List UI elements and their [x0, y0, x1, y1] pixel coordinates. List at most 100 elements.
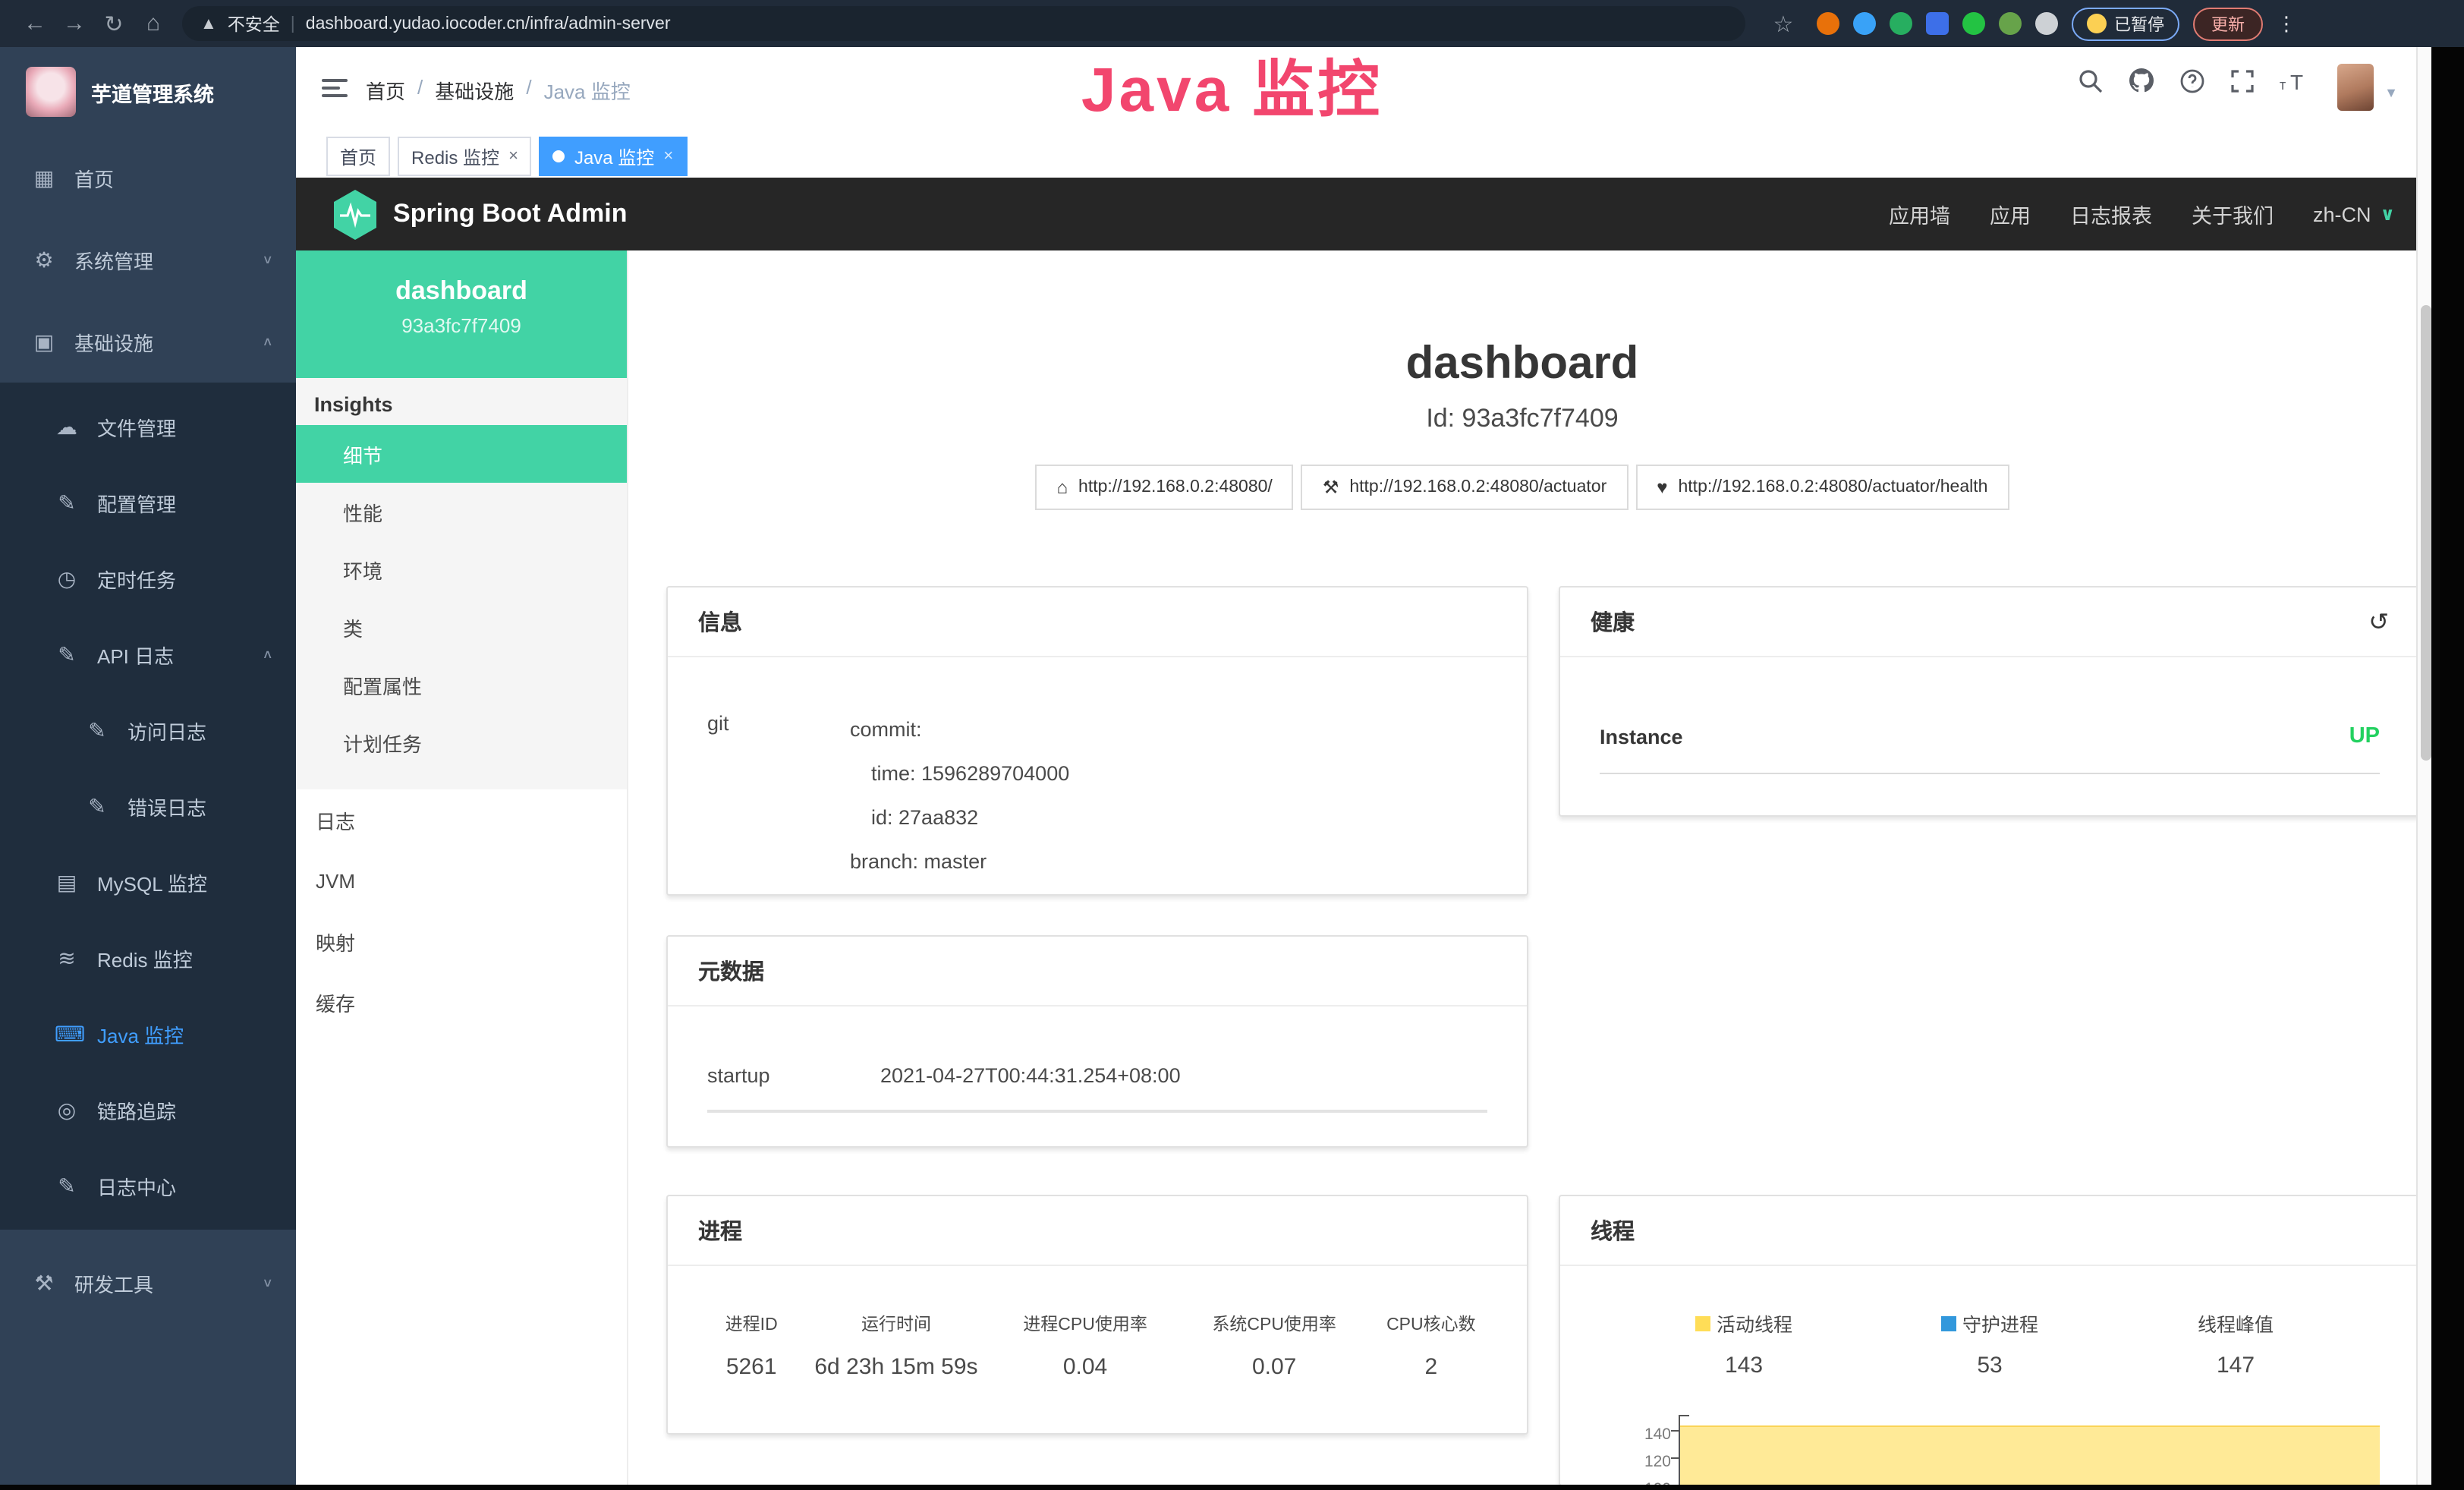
extension-orange-icon[interactable]: [1817, 12, 1839, 35]
app-sidebar: 芋道管理系统 ▦首页⚙系统管理∨▣基础设施∧☁文件管理✎配置管理◷定时任务✎AP…: [0, 47, 296, 1490]
sidebar-submenu: ☁文件管理✎配置管理◷定时任务✎API 日志∧✎访问日志✎错误日志▤MySQL …: [0, 383, 296, 1230]
sidebar-item-API 日志[interactable]: ✎API 日志∧: [0, 616, 296, 692]
sidebar-item-定时任务[interactable]: ◷定时任务: [0, 540, 296, 616]
sba-language-select[interactable]: zh-CN∨: [2313, 203, 2395, 225]
subside-item-日志[interactable]: 日志: [296, 789, 627, 850]
home-icon: ⌂: [1057, 477, 1068, 498]
app-logo-row[interactable]: 芋道管理系统: [0, 47, 296, 137]
extension-leaf-icon[interactable]: [1999, 12, 2022, 35]
paused-profile-chip[interactable]: 已暂停: [2072, 7, 2179, 40]
sba-nav-关于我们[interactable]: 关于我们: [2192, 199, 2274, 229]
sidebar-item-错误日志[interactable]: ✎错误日志: [0, 768, 296, 844]
sidebar-item-基础设施[interactable]: ▣基础设施∧: [0, 301, 296, 383]
sba-nav-日志报表[interactable]: 日志报表: [2070, 199, 2152, 229]
process-card: 进程 进程ID5261运行时间6d 23h 15m 59s进程CPU使用率0.0…: [666, 1195, 1528, 1435]
breadcrumb-item[interactable]: 首页: [366, 76, 405, 105]
chrome-update-button[interactable]: 更新: [2193, 7, 2263, 40]
subside-item-计划任务[interactable]: 计划任务: [296, 713, 627, 771]
threads-card: 线程 活动线程143守护进程53线程峰值147 140 120 100: [1559, 1195, 2416, 1486]
threads-legend-value: 53: [1867, 1352, 2113, 1378]
process-card-title: 进程: [698, 1214, 742, 1246]
browser-home-icon[interactable]: ⌂: [134, 11, 173, 36]
page-url[interactable]: dashboard.yudao.iocoder.cn/infra/admin-s…: [306, 14, 671, 33]
tab-Java 监控[interactable]: Java 监控 ×: [540, 137, 687, 176]
font-size-icon[interactable]: тT: [2280, 68, 2310, 93]
sidebar-item-访问日志[interactable]: ✎访问日志: [0, 692, 296, 768]
health-history-icon[interactable]: ↺: [2368, 606, 2389, 637]
sidebar-item-label: 基础设施: [74, 327, 153, 356]
address-bar[interactable]: ▲ 不安全 | dashboard.yudao.iocoder.cn/infra…: [182, 6, 1745, 41]
app-logo-avatar: [26, 67, 76, 117]
scrollbar-thumb[interactable]: [2420, 305, 2431, 761]
tab-close-icon[interactable]: ×: [663, 147, 673, 165]
sidebar-item-label: 定时任务: [97, 564, 176, 593]
help-icon[interactable]: [2179, 68, 2205, 93]
error-log-icon: ✎: [85, 793, 109, 819]
subside-item-配置属性[interactable]: 配置属性: [296, 656, 627, 713]
monitor-icon: ▣: [32, 329, 56, 354]
fullscreen-icon[interactable]: [2230, 68, 2255, 93]
metadata-card-title: 元数据: [698, 955, 764, 987]
tab-label: Java 监控: [574, 143, 654, 169]
extension-green-y-icon[interactable]: [1890, 12, 1912, 35]
sidebar-item-Java 监控[interactable]: ⌨Java 监控: [0, 996, 296, 1072]
subside-item-JVM[interactable]: JVM: [296, 850, 627, 911]
chart-tick-mark: [1671, 1457, 1679, 1459]
subside-item-细节[interactable]: 细节: [296, 425, 627, 483]
subside-item-映射[interactable]: 映射: [296, 911, 627, 972]
sidebar-item-MySQL 监控[interactable]: ▤MySQL 监控: [0, 844, 296, 920]
extension-puzzle-icon[interactable]: [2035, 12, 2058, 35]
process-column-header: 运行时间: [807, 1312, 984, 1336]
browser-forward-icon[interactable]: →: [55, 11, 94, 36]
security-label[interactable]: 不安全: [228, 11, 280, 36]
sidebar-item-系统管理[interactable]: ⚙系统管理∨: [0, 219, 296, 301]
endpoint-button[interactable]: ♥http://192.168.0.2:48080/actuator/healt…: [1635, 465, 2009, 510]
browser-menu-icon[interactable]: ⋮: [2277, 11, 2296, 36]
subside-item-缓存[interactable]: 缓存: [296, 972, 627, 1032]
sba-nav-应用墙[interactable]: 应用墙: [1889, 199, 1950, 229]
user-avatar[interactable]: [2337, 64, 2374, 111]
sba-app-block[interactable]: dashboard 93a3fc7f7409: [296, 250, 627, 378]
sba-navbar: Spring Boot Admin 应用墙 应用 日志报表 关于我们 zh-CN∨: [296, 178, 2431, 250]
sidebar-item-配置管理[interactable]: ✎配置管理: [0, 465, 296, 540]
sidebar-item-研发工具[interactable]: ⚒研发工具∨: [0, 1242, 296, 1324]
sba-app-name: dashboard: [296, 276, 627, 307]
subside-item-类[interactable]: 类: [296, 598, 627, 656]
wrench-icon: ⚒: [1323, 477, 1339, 498]
subside-item-性能[interactable]: 性能: [296, 483, 627, 540]
scrollbar-track[interactable]: [2416, 47, 2431, 1486]
hamburger-icon[interactable]: [322, 79, 348, 99]
tab-Redis 监控[interactable]: Redis 监控×: [398, 137, 532, 176]
github-icon[interactable]: [2128, 67, 2155, 94]
sidebar-item-日志中心[interactable]: ✎日志中心: [0, 1148, 296, 1224]
search-icon[interactable]: [2078, 68, 2104, 93]
extension-gem-icon[interactable]: [1853, 12, 1876, 35]
sidebar-item-首页[interactable]: ▦首页: [0, 137, 296, 219]
browser-back-icon[interactable]: ←: [15, 11, 55, 36]
chart-tick-mark: [1671, 1430, 1679, 1432]
browser-reload-icon[interactable]: ↻: [94, 10, 134, 37]
health-card: 健康 ↺ Instance UP: [1559, 586, 2416, 817]
sba-title: Spring Boot Admin: [393, 199, 628, 229]
bookmark-star-icon[interactable]: ☆: [1764, 10, 1803, 37]
subside-item-环境[interactable]: 环境: [296, 540, 627, 598]
breadcrumb-item[interactable]: 基础设施: [435, 76, 514, 105]
user-menu-caret-icon[interactable]: ▼: [2384, 85, 2398, 100]
mysql-icon: ▤: [55, 869, 79, 895]
process-column: 进程ID5261: [695, 1312, 807, 1380]
access-log-icon: ✎: [85, 717, 109, 743]
sidebar-item-Redis 监控[interactable]: ≋Redis 监控: [0, 920, 296, 996]
tab-close-icon[interactable]: ×: [508, 147, 518, 165]
gear-icon: ⚙: [32, 247, 56, 272]
extension-grid-icon[interactable]: [1926, 12, 1949, 35]
extension-on-badge-icon[interactable]: [1962, 12, 1985, 35]
sba-nav-应用[interactable]: 应用: [1990, 199, 2031, 229]
sidebar-item-文件管理[interactable]: ☁文件管理: [0, 389, 296, 465]
info-card-title: 信息: [698, 606, 742, 638]
tab-首页[interactable]: 首页: [326, 137, 390, 176]
sba-brand[interactable]: Spring Boot Admin: [332, 189, 628, 239]
endpoint-button[interactable]: ⌂http://192.168.0.2:48080/: [1036, 465, 1294, 510]
endpoint-button[interactable]: ⚒http://192.168.0.2:48080/actuator: [1301, 465, 1628, 510]
sidebar-item-label: Redis 监控: [97, 943, 193, 972]
sidebar-item-链路追踪[interactable]: ◎链路追踪: [0, 1072, 296, 1148]
